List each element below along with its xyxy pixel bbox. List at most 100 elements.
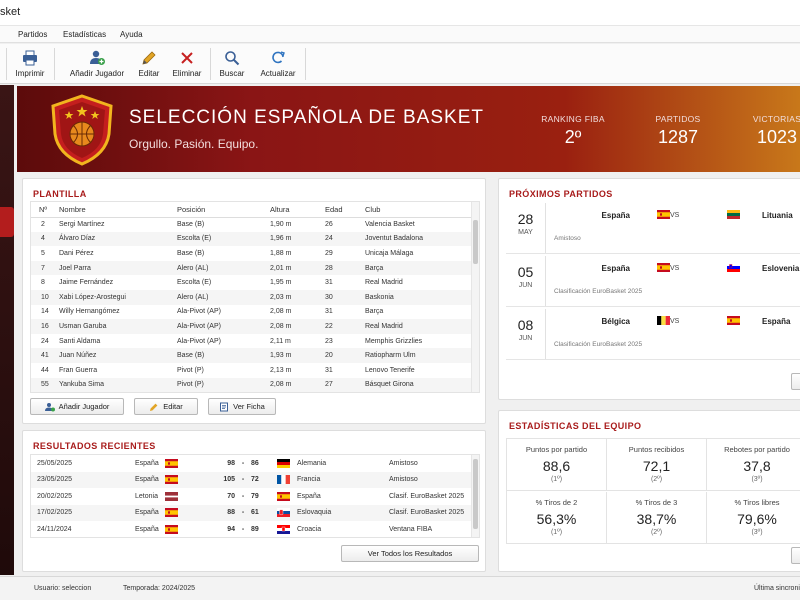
- roster-add-player-button[interactable]: Añadir Jugador: [30, 398, 124, 415]
- result-score-sep: -: [235, 504, 251, 521]
- result-row[interactable]: 23/05/2025 España 105-72 Francia Amistoso: [31, 471, 479, 488]
- cell-position: Base (B): [177, 348, 270, 363]
- result-home: España: [135, 459, 159, 467]
- col-age[interactable]: Edad: [325, 202, 365, 218]
- menu-ayuda[interactable]: Ayuda: [120, 30, 143, 39]
- result-score-home: 70: [227, 492, 235, 500]
- team-stat-rank: (2º): [650, 529, 663, 536]
- match-month: JUN: [518, 282, 533, 289]
- result-row[interactable]: 20/02/2025 Letonia 70-79 España Clasif. Euro…: [31, 488, 479, 505]
- print-button[interactable]: Imprimir: [13, 48, 47, 82]
- status-bar: Usuario: seleccion Temporada: 2024/2025 …: [0, 576, 800, 600]
- roster-row[interactable]: 8 Jaime Fernández Escolta (E) 1,95 m 31 Real …: [31, 275, 479, 290]
- search-button[interactable]: Buscar: [217, 48, 247, 82]
- cell-club: Real Madrid: [365, 279, 403, 287]
- nav-item-active[interactable]: [0, 207, 14, 237]
- team-stat-value: 72,1: [642, 458, 671, 474]
- results-table: 25/05/2025 España 98-86 Alemania Amistoso 23/…: [30, 454, 480, 538]
- cell-age: 27: [325, 377, 365, 392]
- roster-row[interactable]: 24 Santi Aldama Ala-Pivot (AP) 2,11 m 23 Memp…: [31, 334, 479, 349]
- col-number[interactable]: Nº: [31, 202, 59, 218]
- result-competition: Ventana FIBA: [389, 525, 433, 533]
- roster-row[interactable]: 4 Álvaro Díaz Escolta (E) 1,96 m 24 Joventut …: [31, 231, 479, 247]
- result-score-away: 61: [251, 504, 277, 521]
- team-stat-label: Puntos recibidos: [628, 445, 685, 454]
- result-date: 17/02/2025: [31, 504, 135, 521]
- cell-number: 5: [41, 249, 45, 257]
- roster-row[interactable]: 44 Fran Guerra Pivot (P) 2,13 m 31 Lenovo Ten…: [31, 363, 479, 378]
- roster-scrollbar[interactable]: [471, 202, 479, 392]
- roster-edit-button[interactable]: Editar: [134, 398, 198, 415]
- team-stat-label: Puntos por partido: [525, 445, 588, 454]
- roster-row[interactable]: 2 Sergi Martínez Base (B) 1,90 m 26 Valencia …: [31, 217, 479, 232]
- roster-row[interactable]: 14 Willy Hernangómez Ala-Pivot (AP) 2,08 m 3…: [31, 305, 479, 320]
- delete-button[interactable]: Eliminar: [171, 48, 203, 82]
- refresh-label: Actualizar: [260, 69, 296, 78]
- upcoming-match[interactable]: 08 JUN Bélgica VS España Clasificación EuroBa…: [506, 309, 800, 360]
- flag-lt-icon: [727, 210, 740, 220]
- col-name[interactable]: Nombre: [59, 202, 177, 218]
- cell-position: Ala-Pivot (AP): [177, 308, 221, 316]
- team-stat-rank: (2º): [650, 476, 663, 483]
- col-club[interactable]: Club: [365, 202, 479, 218]
- match-away: España: [762, 317, 791, 326]
- flag-es-icon: [657, 210, 670, 220]
- team-stats-panel: ESTADÍSTICAS DEL EQUIPO Puntos por parti…: [498, 410, 800, 572]
- upcoming-match[interactable]: 28 MAY España VS Lituania Amistoso: [506, 203, 800, 254]
- result-home: España: [135, 471, 165, 488]
- cell-height: 2,03 m: [270, 289, 325, 305]
- menu-partidos[interactable]: Partidos: [18, 30, 47, 39]
- result-competition: Clasif. EuroBasket 2025: [389, 492, 465, 500]
- team-stat-rank: (1º): [550, 476, 563, 483]
- upcoming-match[interactable]: 05 JUN España VS Eslovenia Clasificación Euro…: [506, 256, 800, 307]
- match-month: JUN: [518, 335, 533, 342]
- result-away: España: [297, 492, 321, 500]
- menu-estadisticas[interactable]: Estadísticas: [63, 30, 106, 39]
- pencil-icon: [150, 403, 158, 411]
- result-date: 24/11/2024: [37, 525, 72, 533]
- add-player-button[interactable]: Añadir Jugador: [66, 48, 128, 82]
- match-competition: Amistoso: [554, 235, 581, 242]
- roster-row[interactable]: 41 Juan Núñez Base (B) 1,93 m 20 Ratiopharm U…: [31, 348, 479, 363]
- scrollbar-thumb[interactable]: [473, 459, 478, 529]
- col-position[interactable]: Posición: [177, 202, 270, 218]
- status-user-value: seleccion: [62, 585, 92, 592]
- cell-number: 4: [31, 231, 59, 247]
- result-competition: Amistoso: [389, 471, 479, 488]
- edit-button[interactable]: Editar: [134, 48, 164, 82]
- result-row[interactable]: 25/05/2025 España 98-86 Alemania Amistoso: [31, 455, 479, 472]
- col-height[interactable]: Altura: [270, 202, 325, 218]
- roster-view-label: Ver Ficha: [233, 402, 265, 411]
- cell-name: Santi Aldama: [59, 337, 101, 345]
- roster-view-button[interactable]: Ver Ficha: [208, 398, 276, 415]
- cell-position: Pivot (P): [177, 366, 204, 374]
- roster-row[interactable]: 55 Yankuba Sima Pivot (P) 2,08 m 27 Básquet G…: [31, 377, 479, 392]
- result-row[interactable]: 17/02/2025 España 88-61 Eslovaquia Clasif. E…: [31, 504, 479, 521]
- roster-row[interactable]: 7 Joel Parra Alero (AL) 2,01 m 28 Barça: [31, 260, 479, 276]
- roster-row[interactable]: 10 Xabi López-Arostegui Alero (AL) 2,03 m 30…: [31, 289, 479, 305]
- roster-panel: PLANTILLA Nº Nombre Posición Altura Edad…: [22, 178, 486, 424]
- cell-name: Xabi López-Arostegui: [59, 289, 177, 305]
- document-icon: [220, 402, 229, 411]
- refresh-button[interactable]: Actualizar: [257, 48, 299, 82]
- cell-position: Base (B): [177, 249, 205, 257]
- results-scrollbar[interactable]: [471, 455, 479, 537]
- roster-row[interactable]: 5 Dani Pérez Base (B) 1,88 m 29 Unicaja Málag…: [31, 246, 479, 261]
- cell-club: Lenovo Tenerife: [365, 366, 415, 374]
- scrollbar-thumb[interactable]: [473, 220, 478, 264]
- roster-row[interactable]: 16 Usman Garuba Ala-Pivot (AP) 2,08 m 22 Real…: [31, 319, 479, 334]
- status-sync: Última sincroni: [754, 585, 800, 592]
- cell-height: 2,08 m: [270, 319, 325, 334]
- match-day: 28: [517, 211, 534, 227]
- view-all-results-button[interactable]: Ver Todos los Resultados: [341, 545, 479, 562]
- team-stats-grid: Puntos por partido 88,6 (1º) Puntos recibid…: [506, 438, 800, 544]
- team-stats-more-button[interactable]: [791, 547, 800, 564]
- toolbar-separator: [210, 48, 211, 80]
- result-away: Francia: [297, 471, 389, 488]
- status-season: Temporada: 2024/2025: [123, 585, 195, 592]
- result-date: 25/05/2025: [37, 459, 73, 467]
- cell-height: 2,08 m: [270, 377, 325, 392]
- result-row[interactable]: 24/11/2024 España 94-89 Croacia Ventana FIBA: [31, 521, 479, 537]
- upcoming-more-button[interactable]: [791, 373, 800, 390]
- cell-number: 24: [41, 337, 49, 345]
